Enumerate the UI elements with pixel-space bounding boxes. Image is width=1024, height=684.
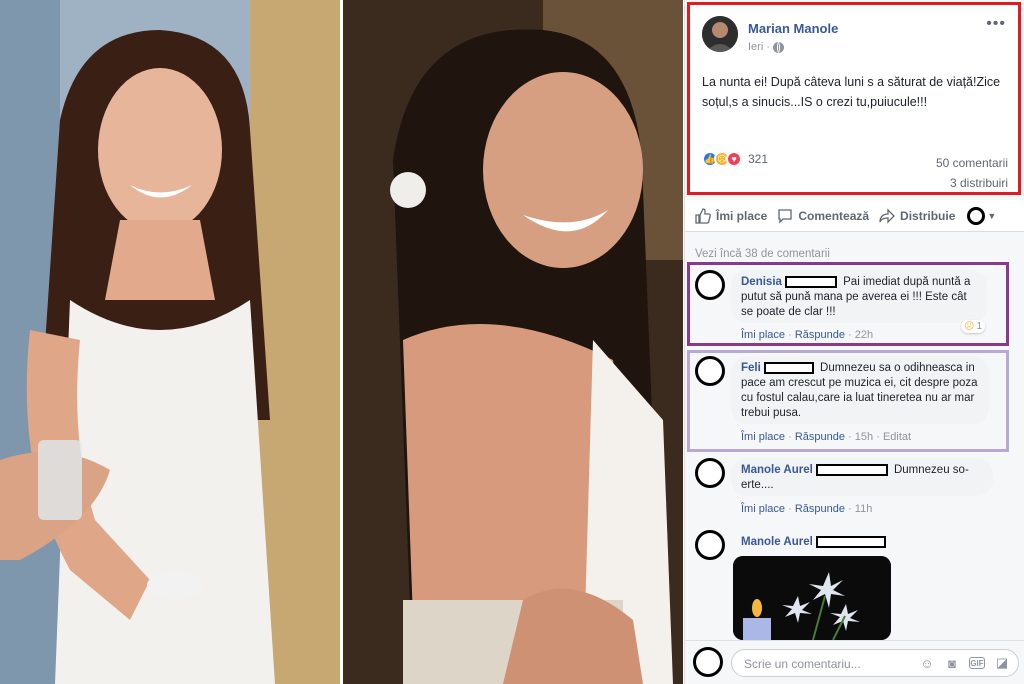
redaction-box bbox=[815, 463, 888, 476]
author-avatar[interactable] bbox=[702, 16, 738, 52]
post-text: La nunta ei! După câteva luni s a sătura… bbox=[702, 75, 1001, 109]
view-more-comments[interactable]: Vezi încă 38 de comentarii bbox=[695, 248, 830, 260]
comment-avatar[interactable] bbox=[695, 458, 725, 488]
photo-bride-left bbox=[0, 0, 340, 684]
comment-time[interactable]: 22h bbox=[855, 329, 873, 341]
post-reactions[interactable]: 👍 ☹ ♥ 321 bbox=[702, 151, 768, 167]
photo-bride-right bbox=[343, 0, 683, 684]
facebook-post-panel: Marian Manole Ieri · ••• La nunta ei! Du… bbox=[684, 0, 1024, 684]
chevron-down-icon: ▼ bbox=[987, 210, 997, 221]
shares-count[interactable]: 3 distribuiri bbox=[950, 176, 1008, 190]
comment-button-label: Comentează bbox=[798, 208, 870, 223]
more-options-icon[interactable]: ••• bbox=[986, 15, 1006, 33]
comment-meta: Îmi place · Răspunde · 22h bbox=[741, 329, 874, 341]
redaction-box bbox=[784, 275, 837, 288]
comment-input-placeholder: Scrie un comentariu... bbox=[744, 657, 861, 671]
comment-author[interactable]: Feli bbox=[741, 362, 761, 374]
emoji-icon[interactable]: ☺ bbox=[919, 655, 935, 671]
comment-reply-link[interactable]: Răspunde bbox=[795, 431, 845, 443]
current-user-avatar bbox=[693, 647, 723, 677]
comment-like-link[interactable]: Îmi place bbox=[741, 431, 785, 443]
comment-header: Manole Aurel bbox=[741, 536, 889, 548]
photo-illustration-left bbox=[0, 0, 340, 684]
candle-flowers-image bbox=[733, 556, 891, 640]
like-button[interactable]: Îmi place bbox=[695, 207, 768, 224]
comment-like-link[interactable]: Îmi place bbox=[741, 503, 785, 515]
comment-bubble: Manole Aurel Dumnezeu so-erte.... bbox=[731, 458, 993, 496]
comment-reply-link[interactable]: Răspunde bbox=[795, 329, 845, 341]
globe-icon bbox=[772, 41, 784, 53]
thumbs-up-icon bbox=[695, 207, 711, 224]
comment-image[interactable] bbox=[733, 556, 891, 640]
comment-bubble: Denisia Pai imediat după nuntă a putut s… bbox=[731, 270, 987, 323]
comment-reaction[interactable]: ☹ 1 bbox=[961, 320, 985, 333]
comment-author[interactable]: Manole Aurel bbox=[741, 536, 813, 548]
comment-time[interactable]: 15h bbox=[855, 431, 873, 443]
comment-time[interactable]: 11h bbox=[855, 503, 873, 515]
redaction-box bbox=[815, 536, 886, 548]
comment-icon bbox=[778, 208, 793, 224]
like-button-label: Îmi place bbox=[716, 208, 768, 223]
post-author-name[interactable]: Marian Manole bbox=[748, 21, 838, 36]
comment-like-link[interactable]: Îmi place bbox=[741, 329, 785, 341]
post-highlight-box: Marian Manole Ieri · ••• La nunta ei! Du… bbox=[687, 2, 1021, 195]
sad-reaction-icon: ☹ bbox=[964, 321, 975, 332]
photo-illustration-right bbox=[343, 0, 683, 684]
post-meta: Ieri · bbox=[748, 41, 784, 53]
comment-bubble: Feli Dumnezeu sa o odihneasca in pace am… bbox=[731, 356, 989, 424]
redaction-circle bbox=[967, 206, 986, 225]
redaction-box bbox=[763, 361, 814, 374]
author-avatar-picture bbox=[702, 16, 738, 52]
share-button-label: Distribuie bbox=[900, 208, 956, 223]
share-arrow-icon bbox=[879, 207, 895, 224]
comments-count[interactable]: 50 comentarii bbox=[936, 156, 1008, 170]
share-button[interactable]: Distribuie bbox=[879, 207, 956, 224]
comment-author[interactable]: Manole Aurel bbox=[741, 464, 813, 476]
comment-compose-bar: Scrie un comentariu... ☺ ◙ GIF ◪ bbox=[685, 640, 1024, 684]
comment-meta: Îmi place · Răspunde · 11h bbox=[741, 503, 873, 515]
post-action-bar: Îmi place Comentează Distribuie ▼ bbox=[685, 200, 1024, 232]
comment-input[interactable]: Scrie un comentariu... ☺ ◙ GIF ◪ bbox=[731, 649, 1019, 677]
reaction-count: 321 bbox=[748, 152, 769, 166]
comment-meta: Îmi place · Răspunde · 15h · Editat bbox=[741, 431, 912, 443]
comment-avatar[interactable] bbox=[695, 530, 725, 560]
love-reaction-icon: ♥ bbox=[726, 151, 742, 167]
comment-reply-link[interactable]: Răspunde bbox=[795, 503, 845, 515]
comment-reaction-count: 1 bbox=[976, 321, 982, 332]
comment-avatar[interactable] bbox=[695, 356, 725, 386]
comment-edited-label[interactable]: Editat bbox=[883, 431, 911, 443]
audience-menu[interactable]: ▼ bbox=[967, 206, 997, 225]
comment-avatar[interactable] bbox=[695, 270, 725, 300]
comment-author[interactable]: Denisia bbox=[741, 276, 782, 288]
comment-button[interactable]: Comentează bbox=[777, 208, 869, 224]
camera-icon[interactable]: ◙ bbox=[944, 655, 960, 671]
gif-icon[interactable]: GIF bbox=[969, 657, 985, 669]
post-time[interactable]: Ieri bbox=[748, 41, 763, 53]
sticker-icon[interactable]: ◪ bbox=[994, 655, 1010, 671]
compose-icons: ☺ ◙ GIF ◪ bbox=[919, 655, 1010, 671]
